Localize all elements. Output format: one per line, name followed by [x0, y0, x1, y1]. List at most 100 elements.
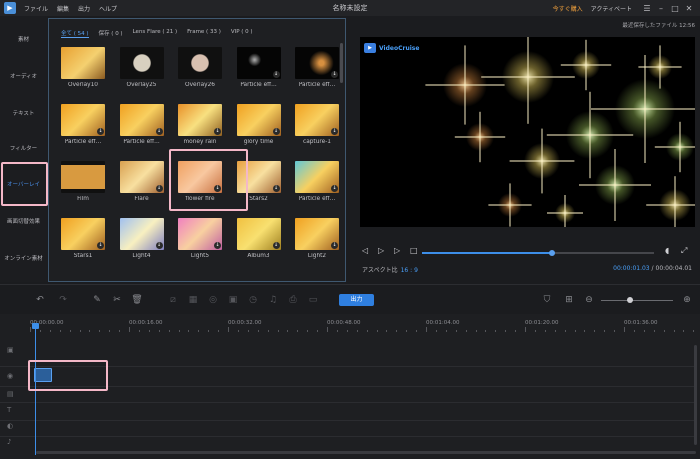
playhead-handle[interactable] [32, 323, 39, 329]
maximize-icon[interactable]: □ [668, 4, 682, 13]
overlay-tile-particle-effect-4[interactable]: ↓ Particle eff... [119, 104, 166, 145]
download-icon[interactable]: ↓ [214, 242, 221, 249]
download-icon[interactable]: ↓ [331, 242, 338, 249]
download-icon[interactable]: ↓ [331, 185, 338, 192]
sidebar-item-overlay[interactable]: オーバーレイ [0, 177, 47, 193]
prev-frame-icon[interactable]: ◁ [362, 246, 368, 255]
overlay-thumbnail[interactable]: ↓ [119, 104, 164, 136]
overlay-tile-stars2[interactable]: ↓ Stars2 [236, 161, 283, 202]
mosaic-icon[interactable]: ▦ [186, 293, 200, 307]
overlay-thumbnail[interactable]: ↓ [295, 104, 339, 136]
zoom-slider-knob[interactable] [626, 297, 633, 303]
overlay-tile-light2[interactable]: ↓ Light2 [295, 218, 341, 259]
timeline-vertical-scrollbar[interactable] [694, 345, 697, 445]
overlay-thumbnail[interactable] [178, 47, 222, 79]
overlay-thumbnail[interactable] [61, 47, 105, 79]
overlay-tile-capture-1[interactable]: ↓ capture-1 [295, 104, 341, 145]
overlay-thumbnail[interactable]: ↓ [119, 161, 164, 193]
tab-frame[interactable]: Frame ( 33 ) [187, 29, 221, 38]
download-icon[interactable]: ↓ [214, 128, 221, 135]
overlay-thumbnail[interactable] [61, 161, 105, 193]
download-icon[interactable]: ↓ [155, 242, 163, 249]
activate-link[interactable]: アクティベート [591, 4, 632, 13]
sidebar-item-media[interactable]: 素材 [0, 32, 47, 48]
overlay-thumbnail[interactable]: ↓ [295, 218, 339, 250]
timeline-overlay-clip[interactable] [34, 368, 52, 382]
overlay-tile-particle-effect-5[interactable]: ↓ Particle eff... [295, 161, 341, 202]
zoom-slider-track[interactable] [601, 300, 673, 301]
overlay-thumbnail[interactable]: ↓ [236, 161, 281, 193]
overlay-tile-particle-effect-1[interactable]: ↓ Particle eff... [236, 47, 283, 88]
overlay-tile-money-rain[interactable]: ↓ money rain [178, 104, 224, 145]
zoom-in-icon[interactable]: ⊕ [680, 293, 694, 307]
overlay-tile-particle-effect-3[interactable]: ↓ Particle eff... [61, 104, 107, 145]
overlay-tile-glory-time[interactable]: ↓ glory time [236, 104, 283, 145]
download-icon[interactable]: ↓ [272, 242, 280, 249]
redo-icon[interactable]: ↷ [56, 293, 70, 307]
timeline-ruler[interactable]: 00:00:00.00 00:00:16.00 00:00:32.00 00:00:4… [0, 318, 700, 332]
crop-icon[interactable]: ⧄ [166, 293, 180, 307]
download-icon[interactable]: ↓ [97, 128, 104, 135]
tab-saved[interactable]: 保存 ( 0 ) [99, 29, 123, 38]
sidebar-item-filter[interactable]: フィルター [0, 141, 47, 157]
overlay-thumbnail[interactable]: ↓ [178, 161, 222, 193]
buy-now-link[interactable]: 今すぐ購入 [553, 4, 583, 13]
overlay-thumbnail[interactable]: ↓ [295, 47, 339, 79]
menu-edit[interactable]: 編集 [57, 4, 69, 13]
overlay-thumbnail[interactable]: ↓ [295, 161, 339, 193]
cut-icon[interactable]: ✂ [110, 293, 124, 307]
overlay-tile-film[interactable]: Film [61, 161, 107, 202]
voice-record-icon[interactable]: ⎙ [286, 293, 300, 307]
download-icon[interactable]: ↓ [97, 242, 104, 249]
download-icon[interactable]: ↓ [155, 185, 163, 192]
download-icon[interactable]: ↓ [155, 128, 163, 135]
tab-all[interactable]: 全て ( 54 ) [61, 29, 89, 38]
overlay-thumbnail[interactable]: ↓ [178, 104, 222, 136]
sidebar-item-online[interactable]: オンライン素材 [0, 251, 47, 267]
volume-icon[interactable]: ◖ [665, 246, 669, 255]
download-icon[interactable]: ↓ [331, 71, 338, 78]
overlay-thumbnail[interactable]: ↓ [236, 104, 281, 136]
overlay-tile-light4[interactable]: ↓ Light4 [119, 218, 166, 259]
picture-in-picture-icon[interactable]: ▣ [226, 293, 240, 307]
speed-icon[interactable]: ◷ [246, 293, 260, 307]
overlay-thumbnail[interactable]: ↓ [178, 218, 222, 250]
delete-icon[interactable]: 🗑 [130, 293, 144, 307]
tab-vip[interactable]: VIP ( 0 ) [231, 29, 253, 38]
download-icon[interactable]: ↓ [272, 185, 280, 192]
menu-export[interactable]: 出力 [78, 4, 90, 13]
overlay-thumbnail[interactable]: ↓ [61, 104, 105, 136]
fullscreen-icon[interactable]: ⤢ [681, 246, 687, 256]
subtitle-icon[interactable]: ▭ [306, 293, 320, 307]
preview-canvas[interactable]: ▶ VideoCruise [360, 37, 695, 227]
download-icon[interactable]: ↓ [272, 128, 280, 135]
sidebar-item-transition[interactable]: 画面切替効果 [0, 214, 47, 230]
audio-detach-icon[interactable]: ♫ [266, 293, 280, 307]
overlay-tile-flare[interactable]: ↓ Flare [119, 161, 166, 202]
overlay-tile-particle-effect-2[interactable]: ↓ Particle eff... [295, 47, 341, 88]
timeline-horizontal-scrollbar[interactable] [36, 451, 696, 454]
zoom-out-icon[interactable]: ⊖ [582, 293, 596, 307]
overlay-tile-overlay26[interactable]: Overlay26 [178, 47, 224, 88]
overlay-tile-light5[interactable]: ↓ Light5 [178, 218, 224, 259]
close-icon[interactable]: ✕ [682, 4, 696, 13]
overlay-tile-overlay25[interactable]: Overlay25 [119, 47, 166, 88]
overlay-tile-overlay10[interactable]: Overlay10 [61, 47, 107, 88]
edit-pen-icon[interactable]: ✎ [90, 293, 104, 307]
download-icon[interactable]: ↓ [272, 71, 280, 78]
export-button[interactable]: 出力 [339, 294, 374, 306]
overlay-thumbnail[interactable]: ↓ [236, 47, 281, 79]
sidebar-item-text[interactable]: テキスト [0, 106, 47, 122]
stop-icon[interactable]: □ [410, 246, 418, 255]
overlay-thumbnail[interactable]: ↓ [119, 218, 164, 250]
undo-icon[interactable]: ↶ [33, 293, 47, 307]
freeze-icon[interactable]: ◎ [206, 293, 220, 307]
download-icon[interactable]: ↓ [214, 185, 221, 192]
overlay-tile-stars1[interactable]: ↓ Stars1 [61, 218, 107, 259]
aspect-ratio-value[interactable]: 16 : 9 [401, 267, 418, 274]
eye-icon[interactable]: ◉ [7, 372, 13, 380]
overlay-tile-album3[interactable]: ↓ Album3 [236, 218, 283, 259]
overlay-thumbnail[interactable] [119, 47, 164, 79]
library-scrollbar[interactable] [340, 43, 343, 83]
minimize-icon[interactable]: – [654, 4, 668, 13]
